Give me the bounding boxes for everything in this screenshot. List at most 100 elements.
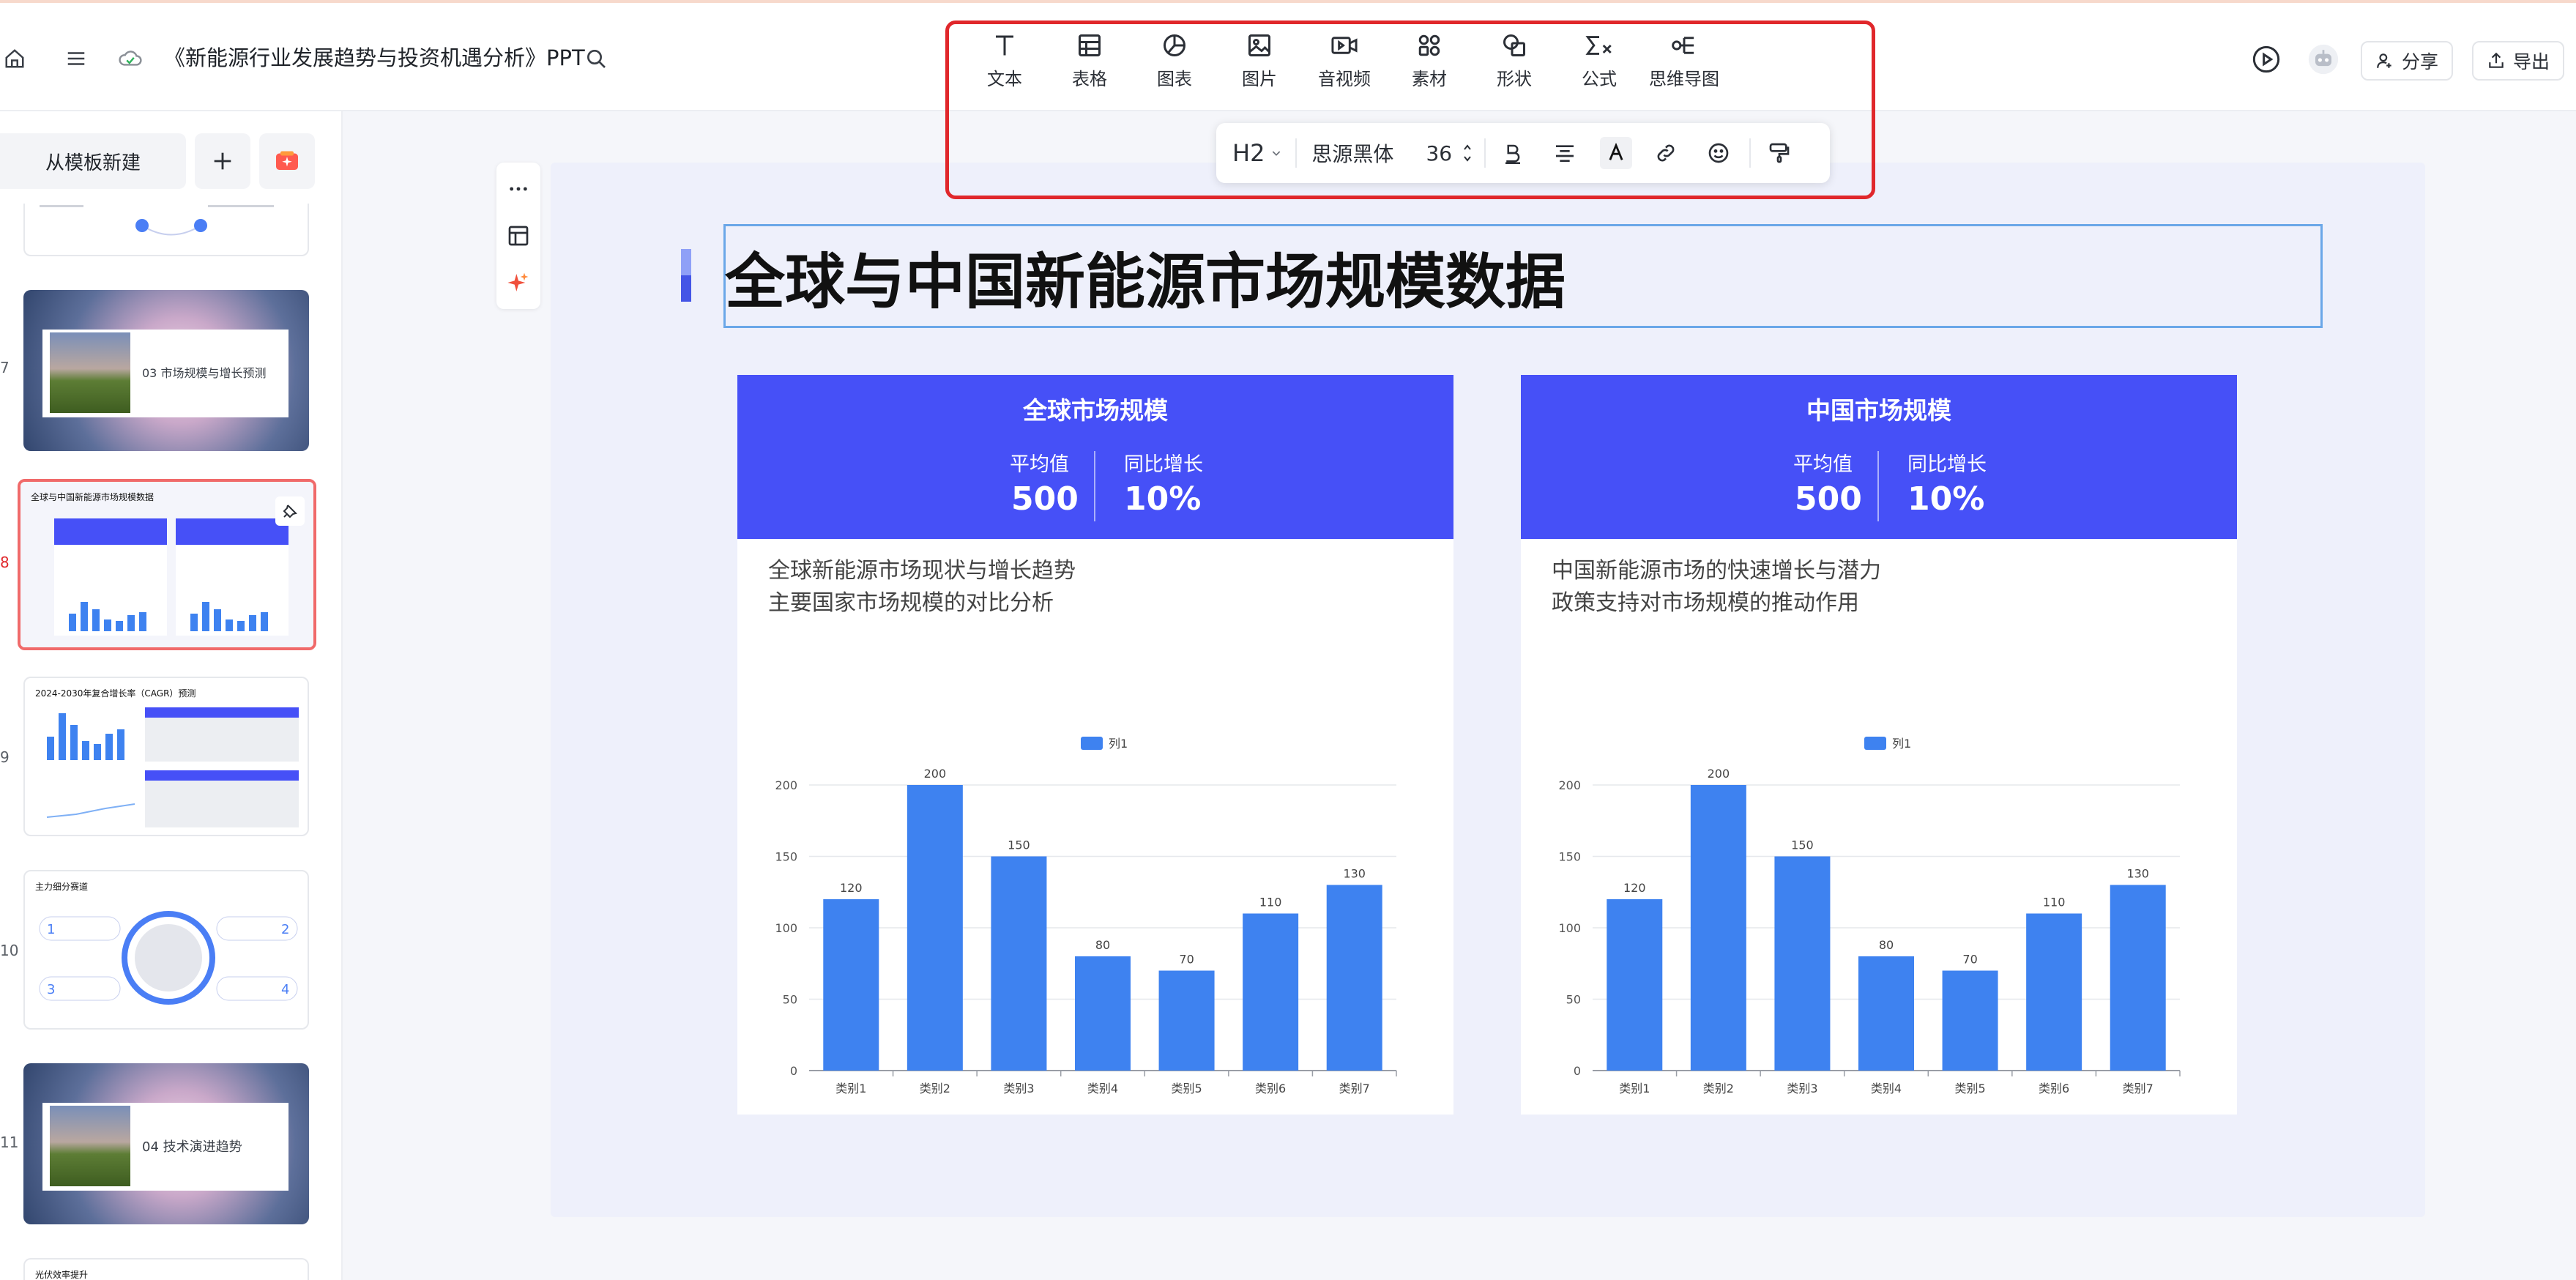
bar xyxy=(991,856,1047,1071)
user-share-icon xyxy=(2377,53,2391,68)
x-tick-label: 类别4 xyxy=(1871,1082,1902,1095)
svg-text:4: 4 xyxy=(281,982,289,997)
export-label: 导出 xyxy=(2513,51,2550,72)
bar xyxy=(2026,913,2082,1071)
bar-chart-global[interactable]: 0 50 100 150 200 120 类别1 200 类别2 150 类别3 80 类别4 70 类别5… xyxy=(737,697,1453,1107)
slide-thumbnail[interactable]: 主力细分赛道 12 34 xyxy=(23,870,309,1030)
legend-swatch xyxy=(1081,737,1103,750)
play-icon[interactable] xyxy=(2249,42,2283,76)
bar xyxy=(1326,885,1382,1071)
cloud-sync-icon xyxy=(114,42,146,75)
bar xyxy=(1942,970,1998,1071)
slide-number: 11 xyxy=(0,1134,19,1151)
legend-label: 列1 xyxy=(1892,737,1911,751)
more-icon[interactable] xyxy=(507,177,530,201)
x-tick-label: 类别2 xyxy=(920,1082,950,1095)
bar xyxy=(823,899,879,1071)
x-tick-label: 类别3 xyxy=(1787,1082,1817,1095)
stat-label-growth: 同比增长 xyxy=(1124,453,1203,476)
y-tick-label: 50 xyxy=(1566,993,1581,1007)
x-tick-label: 类别1 xyxy=(835,1082,866,1095)
data-label: 130 xyxy=(2126,867,2149,881)
slide-thumbnail-active[interactable]: 全球与中国新能源市场规模数据 xyxy=(18,479,316,650)
bar xyxy=(907,785,963,1071)
slide-title[interactable]: 全球与中国新能源市场规模数据 xyxy=(725,233,1566,320)
card-description-line: 政策支持对市场规模的推动作用 xyxy=(1552,590,1859,616)
export-button[interactable]: 导出 xyxy=(2472,41,2565,81)
document-title[interactable]: 《新能源行业发展趋势与投资机遇分析》PPT xyxy=(164,41,585,72)
stat-label-average: 平均值 xyxy=(1010,453,1069,476)
card-title: 全球市场规模 xyxy=(1023,396,1168,425)
stat-value-growth: 10% xyxy=(1124,480,1202,518)
card-title: 中国市场规模 xyxy=(1806,396,1951,425)
card-description-line: 中国新能源市场的快速增长与潜力 xyxy=(1552,558,1881,584)
card-header: 中国市场规模 平均值 500 同比增长 10% xyxy=(1521,375,2237,539)
bar-chart-china[interactable]: 0 50 100 150 200 120 类别1 200 类别2 150 类别3 80 类别4 70 类别5… xyxy=(1521,697,2237,1107)
search-icon[interactable] xyxy=(580,42,612,75)
slide-thumbnail[interactable]: 2024-2030年复合增长率（CAGR）预测 xyxy=(23,677,309,836)
pin-icon xyxy=(283,505,297,518)
thumbnail-action-button[interactable] xyxy=(275,496,305,526)
thumbnail-preview xyxy=(46,707,299,827)
slide-number: 8 xyxy=(0,554,10,571)
home-icon[interactable] xyxy=(0,42,29,75)
market-card-china[interactable]: 中国市场规模 平均值 500 同比增长 10% 中国新能源市场的快速增长与潜力 … xyxy=(1521,375,2237,1115)
thumbnail-text: 04 技术演进趋势 xyxy=(142,1139,242,1155)
x-tick-label: 类别6 xyxy=(1255,1082,1286,1095)
data-label: 80 xyxy=(1095,938,1110,952)
slide-thumbnail-sidebar: 从模板新建 7 03 市场规模与增长预测 8 全球与中国新能源市场规模数据 9 … xyxy=(0,111,343,1280)
data-label: 80 xyxy=(1879,938,1894,952)
thumbnail-text: 03 市场规模与增长预测 xyxy=(142,366,267,380)
svg-text:2: 2 xyxy=(281,922,289,937)
bar xyxy=(1075,956,1131,1071)
x-tick-label: 类别2 xyxy=(1703,1082,1734,1095)
bar xyxy=(2110,885,2166,1071)
card-description: 中国新能源市场的快速增长与潜力 政策支持对市场规模的推动作用 xyxy=(1552,555,1881,619)
slide-thumbnail[interactable] xyxy=(23,204,309,256)
card-description-line: 主要国家市场规模的对比分析 xyxy=(768,590,1054,616)
data-label: 70 xyxy=(1179,953,1194,967)
ai-sparkle-icon xyxy=(276,151,298,170)
slide-number: 10 xyxy=(0,942,19,959)
bar xyxy=(1858,956,1914,1071)
y-tick-label: 100 xyxy=(1558,921,1581,935)
thumbnail-card: 04 技术演进趋势 xyxy=(42,1103,289,1191)
slide-side-tools xyxy=(496,163,540,309)
layout-icon[interactable] xyxy=(507,224,530,248)
ai-sparkle-icon[interactable] xyxy=(507,271,530,294)
y-tick-label: 200 xyxy=(1558,778,1581,792)
thumbnail-preview xyxy=(54,518,289,636)
new-from-template-button[interactable]: 从模板新建 xyxy=(0,133,186,189)
data-label: 110 xyxy=(2043,896,2066,909)
data-label: 150 xyxy=(1008,838,1030,852)
menu-icon[interactable] xyxy=(62,42,91,75)
market-card-global[interactable]: 全球市场规模 平均值 500 同比增长 10% 全球新能源市场现状与增长趋势 主… xyxy=(737,375,1453,1115)
y-tick-label: 50 xyxy=(783,993,797,1007)
slide-thumbnail[interactable]: 03 市场规模与增长预测 xyxy=(23,290,309,451)
ai-assistant-icon[interactable] xyxy=(2307,41,2340,78)
x-tick-label: 类别6 xyxy=(2039,1082,2069,1095)
slide-number: 7 xyxy=(0,359,10,376)
thumbnail-landscape-image xyxy=(50,332,130,413)
card-description-line: 全球新能源市场现状与增长趋势 xyxy=(768,558,1076,584)
add-slide-button[interactable] xyxy=(195,133,250,189)
svg-text:1: 1 xyxy=(47,922,55,937)
slide-thumbnail[interactable]: 04 技术演进趋势 xyxy=(23,1063,309,1224)
share-label: 分享 xyxy=(2402,51,2439,72)
stat-value-growth: 10% xyxy=(1907,480,1985,518)
export-icon xyxy=(2489,52,2504,68)
data-label: 120 xyxy=(1623,881,1646,895)
thumbnail-text: 光伏效率提升 xyxy=(35,1270,89,1280)
ai-generate-button[interactable] xyxy=(259,133,315,189)
slide-thumbnail[interactable]: 光伏效率提升 xyxy=(23,1258,309,1280)
bar xyxy=(1243,913,1299,1071)
share-button[interactable]: 分享 xyxy=(2361,41,2454,81)
thumbnail-landscape-image xyxy=(50,1106,130,1186)
thumbnail-preview xyxy=(40,205,274,236)
x-tick-label: 类别1 xyxy=(1619,1082,1650,1095)
data-label: 200 xyxy=(1708,767,1730,781)
stat-value-average: 500 xyxy=(1011,480,1079,518)
data-label: 130 xyxy=(1343,867,1366,881)
x-tick-label: 类别7 xyxy=(1339,1082,1370,1095)
data-label: 200 xyxy=(924,767,947,781)
